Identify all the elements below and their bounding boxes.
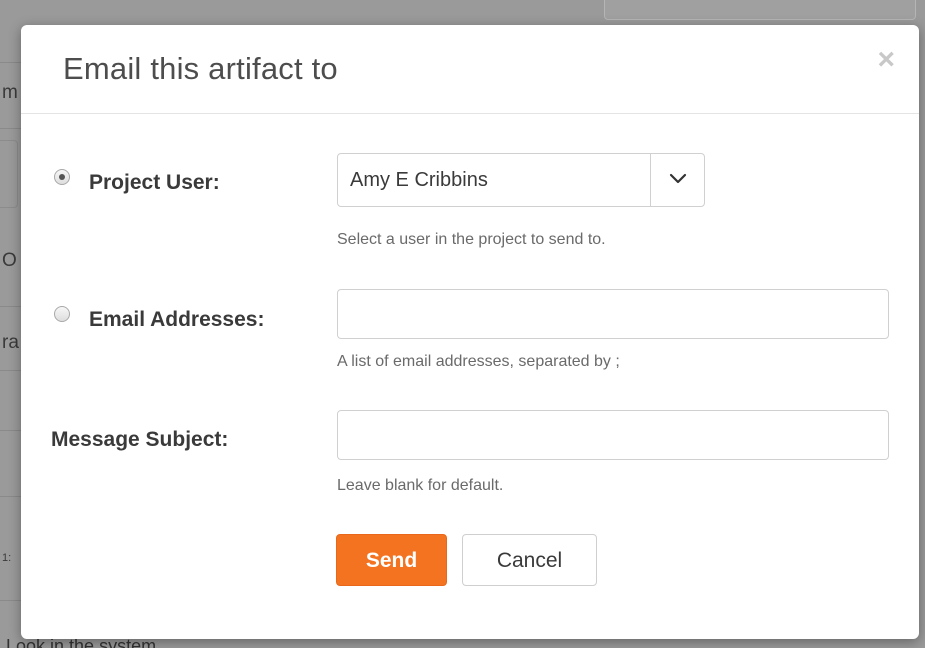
dialog-header: Email this artifact to ×: [21, 25, 919, 114]
email-addresses-radio[interactable]: [54, 306, 70, 322]
project-user-label: Project User:: [89, 171, 220, 194]
background-text-fragment: m: [2, 82, 18, 103]
close-icon[interactable]: ×: [877, 45, 895, 75]
project-user-selected-value: Amy E Cribbins: [350, 169, 488, 191]
background-text-fragment: ra: [2, 332, 19, 353]
email-artifact-dialog: Email this artifact to × Project User: A…: [21, 25, 919, 639]
email-addresses-input[interactable]: [337, 289, 889, 339]
message-subject-label: Message Subject:: [51, 428, 229, 451]
background-text-fragment: 1:: [2, 552, 12, 564]
project-user-help: Select a user in the project to send to.: [337, 231, 606, 248]
message-subject-input[interactable]: [337, 410, 889, 460]
project-user-select[interactable]: Amy E Cribbins: [337, 153, 705, 207]
background-box: [0, 140, 18, 208]
cancel-button[interactable]: Cancel: [462, 534, 597, 586]
background-text-fragment: O: [2, 250, 17, 271]
email-addresses-label: Email Addresses:: [89, 308, 265, 331]
chevron-down-icon[interactable]: [668, 169, 688, 189]
select-divider: [650, 154, 651, 206]
message-subject-help: Leave blank for default.: [337, 477, 504, 494]
send-button[interactable]: Send: [336, 534, 447, 586]
dialog-title: Email this artifact to: [63, 51, 338, 86]
background-input: [604, 0, 916, 20]
email-addresses-help: A list of email addresses, separated by …: [337, 353, 620, 370]
project-user-radio[interactable]: [54, 169, 70, 185]
